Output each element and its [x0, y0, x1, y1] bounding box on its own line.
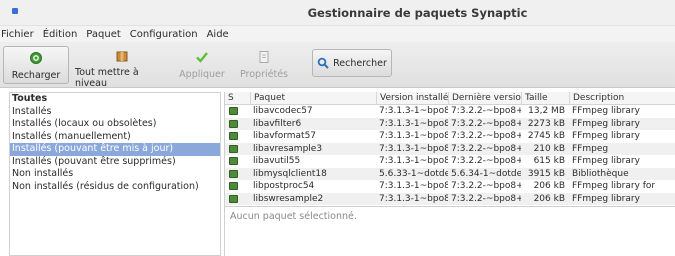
- column-header-latest-version[interactable]: Dernière version: [448, 92, 521, 105]
- latest-version: 5.6.34-1~dotdeb: [451, 168, 521, 179]
- table-row[interactable]: libavfilter6 7:3.1.3-1~bpo8+ 7:3.2.2-~bp…: [225, 117, 675, 130]
- installed-version: 7:3.1.3-1~bpo8+: [379, 106, 448, 116]
- package-name: libswresample2: [253, 193, 324, 204]
- package-status-icon[interactable]: [229, 182, 238, 190]
- package-status-icon[interactable]: [229, 132, 238, 140]
- filter-item-installes-locaux[interactable]: Installés (locaux ou obsolètes): [10, 118, 220, 131]
- reload-label: Recharger: [11, 70, 61, 81]
- package-description: Bibliothèque: [572, 168, 629, 179]
- table-row[interactable]: libpostproc54 7:3.1.3-1~bpo8+ 7:3.2.2-~b…: [225, 180, 675, 193]
- filter-list: Toutes Installés Installés (locaux ou ob…: [9, 92, 221, 256]
- latest-version: 7:3.2.2-~bpo8+2: [451, 118, 521, 129]
- package-status-icon[interactable]: [229, 119, 238, 128]
- filter-item-non-installes-residus[interactable]: Non installés (résidus de configuration): [10, 181, 220, 194]
- package-name: libavformat57: [253, 131, 317, 141]
- window-title: Gestionnaire de paquets Synaptic: [307, 6, 528, 20]
- filter-item-installes[interactable]: Installés: [10, 106, 220, 119]
- filter-item-installes-removable[interactable]: Installés (pouvant être supprimés): [10, 156, 220, 169]
- latest-version: 7:3.2.2-~bpo8+2: [451, 193, 521, 204]
- upgrade-all-button[interactable]: Tout mettre à niveau: [72, 46, 172, 89]
- package-name: libavutil55: [253, 156, 301, 166]
- installed-version: 7:3.1.3-1~bpo8+: [379, 181, 448, 191]
- title-bar: Gestionnaire de paquets Synaptic: [0, 0, 675, 26]
- column-header-installed-version[interactable]: Version installée: [376, 92, 448, 105]
- package-size: 13,2 MB: [528, 106, 565, 116]
- package-size: 615 kB: [533, 156, 565, 166]
- search-label: Rechercher: [333, 57, 387, 69]
- package-upgrade-icon: [114, 49, 130, 63]
- table-row[interactable]: libavformat57 7:3.1.3-1~bpo8+ 7:3.2.2-~b…: [225, 130, 675, 143]
- installed-version: 7:3.1.3-1~bpo8+: [379, 143, 448, 154]
- package-size: 3915 kB: [527, 168, 565, 179]
- package-name: libpostproc54: [253, 181, 315, 191]
- details-empty-text: Aucun paquet sélectionné.: [230, 211, 357, 222]
- installed-version: 7:3.1.3-1~bpo8+: [379, 131, 448, 141]
- menu-aide[interactable]: Aide: [207, 29, 229, 40]
- latest-version: 7:3.2.2-~bpo8+2: [451, 181, 521, 191]
- package-name: libmysqlclient18: [253, 168, 327, 179]
- package-size: 2273 kB: [527, 118, 565, 129]
- refresh-icon: [28, 50, 44, 66]
- package-description: FFmpeg library: [572, 118, 640, 129]
- magnifier-icon: [317, 57, 329, 69]
- package-status-icon[interactable]: [229, 169, 238, 178]
- filter-item-toutes[interactable]: Toutes: [10, 93, 220, 106]
- package-status-icon[interactable]: [229, 107, 238, 115]
- package-description: FFmpeg library: [572, 193, 640, 204]
- column-header-package[interactable]: Paquet: [250, 92, 376, 105]
- menu-bar: Fichier Édition Paquet Configuration Aid…: [0, 26, 675, 42]
- filter-item-installes-upgradable[interactable]: Installés (pouvant être mis à jour): [10, 143, 220, 156]
- apply-button[interactable]: Appliquer: [176, 46, 228, 84]
- package-name: libavfilter6: [253, 118, 302, 129]
- checkmark-icon: [194, 49, 210, 65]
- package-description: FFmpeg library for: [572, 181, 656, 191]
- package-status-icon[interactable]: [229, 194, 238, 203]
- package-size: 206 kB: [533, 181, 565, 191]
- search-button[interactable]: Rechercher: [312, 49, 392, 77]
- package-details-panel: Aucun paquet sélectionné.: [225, 206, 675, 256]
- table-row[interactable]: libavcodec57 7:3.1.3-1~bpo8+ 7:3.2.2-~bp…: [225, 105, 675, 118]
- package-size: 210 kB: [533, 143, 565, 154]
- table-header: S Paquet Version installée Dernière vers…: [225, 92, 675, 105]
- table-row[interactable]: libmysqlclient18 5.6.33-1~dotdeb 5.6.34-…: [225, 167, 675, 180]
- package-name: libavcodec57: [253, 106, 313, 116]
- installed-version: 7:3.1.3-1~bpo8+: [379, 156, 448, 166]
- apply-label: Appliquer: [179, 69, 225, 80]
- latest-version: 7:3.2.2-~bpo8+2: [451, 131, 521, 141]
- installed-version: 7:3.1.3-1~bpo8+: [379, 118, 448, 129]
- package-description: FFmpeg library: [572, 131, 640, 141]
- package-size: 2745 kB: [527, 131, 565, 141]
- column-header-description[interactable]: Description: [569, 92, 675, 105]
- installed-version: 7:3.1.3-1~bpo8+: [379, 193, 448, 204]
- table-row[interactable]: libavresample3 7:3.1.3-1~bpo8+ 7:3.2.2-~…: [225, 142, 675, 155]
- menu-paquet[interactable]: Paquet: [86, 29, 120, 40]
- filter-item-non-installes[interactable]: Non installés: [10, 168, 220, 181]
- package-description: FFmpeg: [572, 143, 609, 154]
- menu-configuration[interactable]: Configuration: [130, 29, 198, 40]
- menu-edition[interactable]: Édition: [43, 29, 78, 40]
- latest-version: 7:3.2.2-~bpo8+2: [451, 106, 521, 116]
- filter-item-installes-manuellement[interactable]: Installés (manuellement): [10, 131, 220, 144]
- column-header-size[interactable]: Taille: [521, 92, 569, 105]
- menu-fichier[interactable]: Fichier: [1, 29, 34, 40]
- package-status-icon[interactable]: [229, 144, 238, 153]
- toolbar: Recharger Tout mettre à niveau Appliquer…: [0, 42, 675, 89]
- installed-version: 5.6.33-1~dotdeb: [379, 168, 448, 179]
- package-table: S Paquet Version installée Dernière vers…: [224, 92, 675, 256]
- package-size: 206 kB: [533, 193, 565, 204]
- latest-version: 7:3.2.2-~bpo8+2: [451, 156, 521, 166]
- table-row[interactable]: libswresample2 7:3.1.3-1~bpo8+ 7:3.2.2-~…: [225, 192, 675, 205]
- properties-label: Propriétés: [239, 69, 288, 80]
- properties-button[interactable]: Propriétés: [234, 46, 294, 84]
- table-row[interactable]: libavutil55 7:3.1.3-1~bpo8+ 7:3.2.2-~bpo…: [225, 155, 675, 168]
- package-status-icon[interactable]: [229, 157, 238, 165]
- reload-button[interactable]: Recharger: [3, 46, 69, 84]
- document-icon: [256, 49, 272, 65]
- package-description: FFmpeg library: [572, 156, 640, 166]
- package-description: FFmpeg library: [572, 106, 640, 116]
- latest-version: 7:3.2.2-~bpo8+2: [451, 143, 521, 154]
- column-header-status[interactable]: S: [225, 92, 250, 105]
- package-name: libavresample3: [253, 143, 323, 154]
- upgrade-all-label: Tout mettre à niveau: [75, 67, 139, 89]
